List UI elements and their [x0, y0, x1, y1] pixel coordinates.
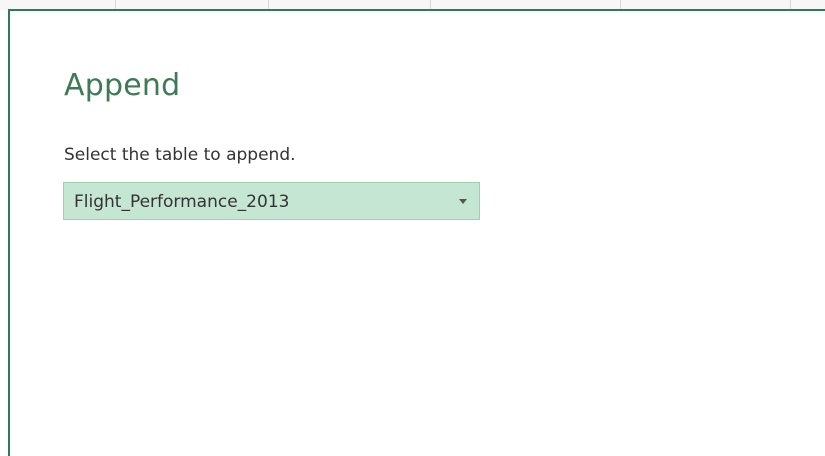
chevron-down-icon[interactable]: [459, 199, 467, 204]
table-select-dropdown[interactable]: Flight_Performance_2013: [63, 182, 480, 220]
table-select-value: Flight_Performance_2013: [74, 192, 290, 212]
append-screen: Append Select the table to append. Fligh…: [0, 0, 825, 456]
dialog-title: Append: [64, 68, 181, 103]
dialog-instruction: Select the table to append.: [64, 145, 296, 165]
append-dialog: Append Select the table to append. Fligh…: [8, 9, 825, 456]
